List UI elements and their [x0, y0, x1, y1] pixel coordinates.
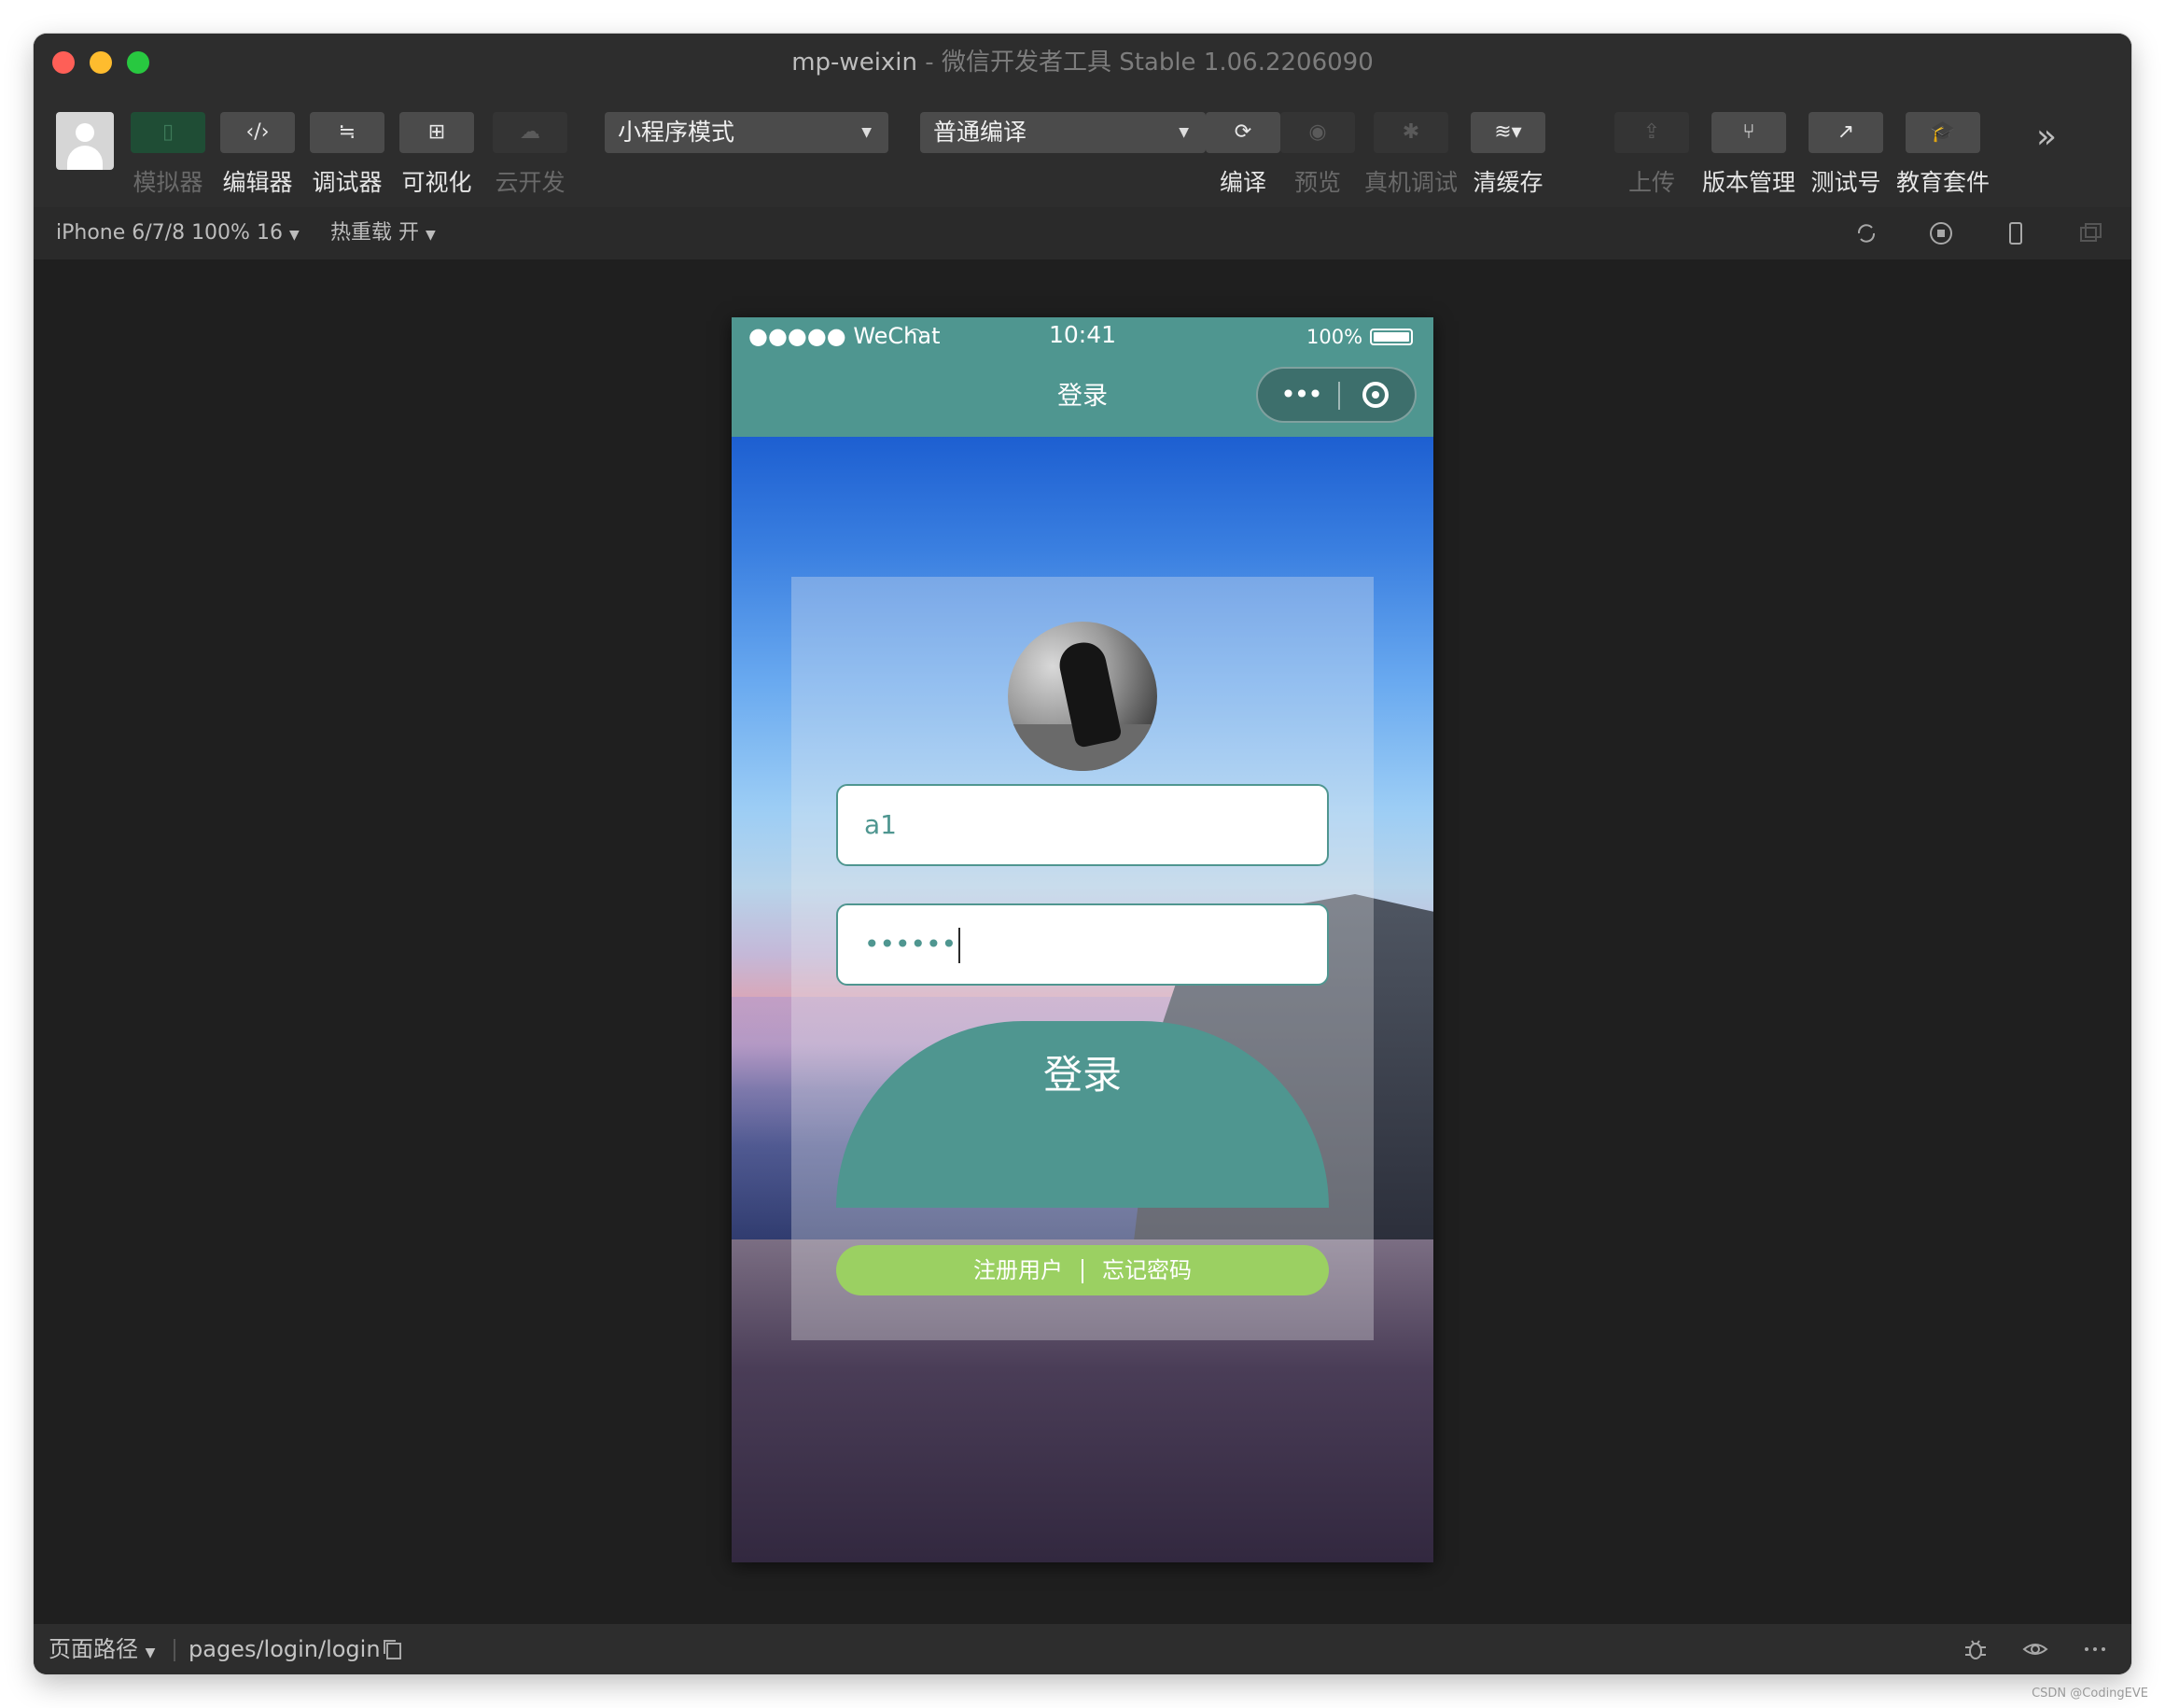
capsule-divider [1338, 382, 1340, 410]
register-link[interactable]: 注册用户 [973, 1257, 1063, 1283]
cloud-icon: ☁ [493, 112, 567, 153]
chevron-down-icon: ▼ [288, 228, 300, 243]
login-button[interactable]: 登录 [836, 1021, 1329, 1208]
compile-select[interactable]: 普通编译 ▼ [920, 112, 1206, 153]
layout-icon: ⊞ [399, 112, 474, 153]
rotate-icon[interactable] [1853, 220, 1879, 246]
simulator-subbar: iPhone 6/7/8 100% 16 ▼ 热重载 开 ▼ [34, 207, 2131, 259]
cloud-dev-tool[interactable]: ☁ 云开发 [493, 112, 567, 198]
chevron-down-icon: ▼ [861, 125, 872, 140]
visualization-tool[interactable]: ⊞ 可视化 [399, 112, 474, 198]
menu-capsule: ••• [1256, 367, 1417, 423]
page-path-select[interactable]: 页面路径 ▼ [49, 1624, 155, 1674]
links-divider [1082, 1259, 1083, 1283]
copy-icon[interactable] [379, 1635, 407, 1663]
graduation-cap-icon: 🎓 [1906, 112, 1980, 153]
bug-icon: ✱ [1374, 112, 1448, 153]
debugger-tool[interactable]: ≒ 调试器 [310, 112, 384, 198]
upload-icon: ⇪ [1614, 112, 1689, 153]
preview-tool[interactable]: ◉ 预览 [1280, 112, 1355, 198]
refresh-icon: ⟳ [1206, 112, 1280, 153]
branch-icon: ⑂ [1711, 112, 1786, 153]
eye-icon: ◉ [1280, 112, 1355, 153]
chevron-down-icon: ▼ [1179, 125, 1189, 140]
mode-select[interactable]: 小程序模式 ▼ [605, 112, 888, 153]
clear-cache-tool[interactable]: ≋▾ 清缓存 [1471, 112, 1545, 198]
simulator-stage: ●●●●● WeChat ◠ 10:41 100% 登录 ••• a1 ••••… [34, 259, 2131, 1624]
username-input[interactable]: a1 [836, 784, 1329, 866]
more-tools-icon[interactable]: » [2036, 118, 2057, 156]
eye-icon[interactable] [2021, 1635, 2049, 1663]
window-title: mp-weixin - 微信开发者工具 Stable 1.06.2206090 [791, 49, 1374, 77]
more-icon[interactable] [2081, 1635, 2109, 1663]
device-icon[interactable] [2003, 220, 2029, 246]
text-cursor [958, 928, 961, 963]
auth-links-bar: 注册用户 忘记密码 [836, 1245, 1329, 1295]
chevron-down-icon: ▼ [145, 1645, 156, 1660]
login-avatar-image [1008, 622, 1157, 771]
user-head-icon [76, 123, 94, 142]
hot-reload-select[interactable]: 热重载 开 ▼ [330, 207, 436, 259]
test-account-tool[interactable]: ↗ 测试号 [1809, 112, 1883, 198]
code-icon: ‹/› [220, 112, 295, 153]
password-input[interactable]: •••••• [836, 903, 1329, 986]
simulator-tool[interactable]: ▯ 模拟器 [131, 112, 205, 198]
upload-tool[interactable]: ⇪ 上传 [1614, 112, 1689, 198]
bottom-status-bar: 页面路径 ▼ pages/login/login [34, 1624, 2131, 1674]
stop-icon[interactable] [1928, 220, 1954, 246]
user-avatar-button[interactable] [56, 112, 114, 170]
phone-icon: ▯ [131, 112, 205, 153]
login-page: a1 •••••• 登录 注册用户 忘记密码 [732, 437, 1433, 1562]
page-path-value: pages/login/login [189, 1636, 381, 1662]
bug-icon[interactable] [1962, 1635, 1990, 1663]
detach-window-icon[interactable] [2077, 220, 2103, 246]
watermark-text: CSDN @CodingEVE [2032, 1687, 2148, 1701]
phone-simulator: ●●●●● WeChat ◠ 10:41 100% 登录 ••• a1 ••••… [732, 317, 1433, 1562]
layers-icon: ≋▾ [1471, 112, 1545, 153]
version-control-tool[interactable]: ⑂ 版本管理 [1702, 112, 1795, 198]
path-divider [174, 1639, 175, 1661]
phone-nav-bar: 登录 ••• [732, 357, 1433, 437]
phone-status-bar: ●●●●● WeChat ◠ 10:41 100% [732, 317, 1433, 357]
sliders-icon: ≒ [310, 112, 384, 153]
remote-debug-tool[interactable]: ✱ 真机调试 [1364, 112, 1458, 198]
title-bar: mp-weixin - 微信开发者工具 Stable 1.06.2206090 [34, 34, 2131, 91]
close-miniprogram-icon[interactable] [1362, 382, 1389, 408]
forgot-password-link[interactable]: 忘记密码 [1102, 1257, 1192, 1283]
editor-tool[interactable]: ‹/› 编辑器 [220, 112, 295, 198]
device-select[interactable]: iPhone 6/7/8 100% 16 ▼ [56, 207, 300, 259]
chevron-down-icon: ▼ [426, 228, 436, 243]
more-menu-icon[interactable]: ••• [1275, 378, 1327, 412]
login-card: a1 •••••• 登录 注册用户 忘记密码 [791, 577, 1374, 1340]
battery-percent: 100% [1306, 326, 1363, 348]
external-link-icon: ↗ [1809, 112, 1883, 153]
battery-icon [1370, 329, 1413, 345]
education-kit-tool[interactable]: 🎓 教育套件 [1896, 112, 1990, 198]
user-body-icon [67, 146, 103, 170]
devtools-window: mp-weixin - 微信开发者工具 Stable 1.06.2206090 … [34, 34, 2131, 1674]
toolbar: ▯ 模拟器 ‹/› 编辑器 ≒ 调试器 ⊞ 可视化 ☁ 云开发 小程序模式 ▼ … [34, 91, 2131, 207]
